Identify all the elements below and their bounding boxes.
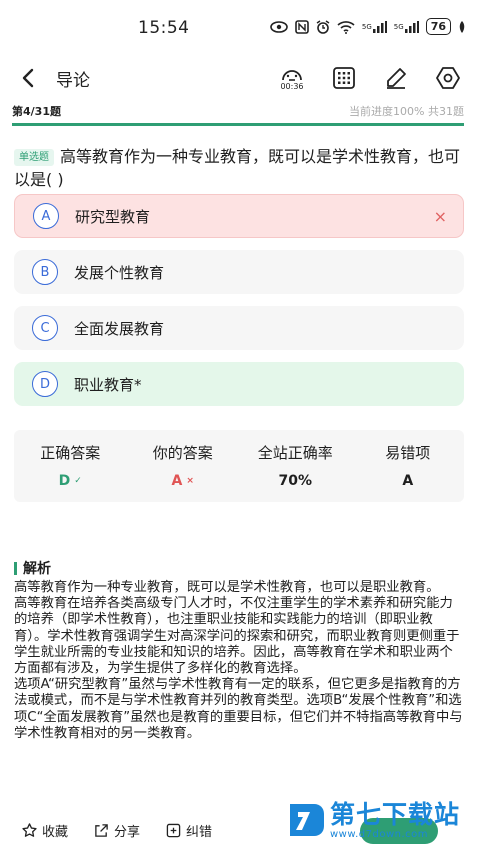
check-icon: ✓ xyxy=(74,476,82,486)
stat-label: 正确答案 xyxy=(40,444,101,462)
stat-accuracy: 全站正确率 70% xyxy=(239,430,352,502)
title-accent-bar xyxy=(14,561,17,575)
signal-icon: 5G xyxy=(362,20,387,33)
stat-label: 你的答案 xyxy=(152,444,213,462)
question-stem: 单选题 高等教育作为一种专业教育，既可以是学术性教育，也可以是( ) xyxy=(14,145,466,191)
answer-stats: 正确答案 D ✓ 你的答案 A × 全站正确率 70% 易错项 A xyxy=(14,430,464,502)
question-type-badge: 单选题 xyxy=(14,149,54,166)
progress-status: 当前进度100% 共31题 xyxy=(349,105,464,118)
edit-button[interactable] xyxy=(378,60,414,96)
stat-your-answer: 你的答案 A × xyxy=(127,430,240,502)
stat-value: D ✓ xyxy=(58,473,82,489)
analysis-body: 高等教育作为一种专业教育，既可以是学术性教育，也可以是职业教育。 高等教育在培养… xyxy=(14,580,466,742)
cross-icon: × xyxy=(186,476,194,486)
option-text: 发展个性教育 xyxy=(74,263,165,282)
stat-label: 全站正确率 xyxy=(257,444,333,462)
back-button[interactable] xyxy=(14,64,42,92)
report-icon xyxy=(166,823,181,838)
analysis-paragraph: 高等教育作为一种专业教育，既可以是学术性教育，也可以是职业教育。 xyxy=(14,580,440,595)
stat-value: 70% xyxy=(278,473,312,489)
stat-value: A × xyxy=(171,473,194,489)
analysis-paragraph: 高等教育在培养各类高级专门人才时，不仅注重学生的学术素养和研究能力的培养（即学术… xyxy=(14,596,460,677)
question-index: 第4/31题 xyxy=(12,105,61,118)
option-text: 全面发展教育 xyxy=(74,319,165,338)
share-icon xyxy=(95,824,108,837)
watermark-logo-icon xyxy=(290,804,324,836)
option-letter: D xyxy=(32,371,58,397)
watermark-url: www.d7down.com xyxy=(330,828,429,840)
progress-fill xyxy=(12,123,464,126)
stat-value: A xyxy=(402,473,414,489)
question-text: 高等教育作为一种专业教育，既可以是学术性教育，也可以是( ) xyxy=(14,147,461,189)
timer-button[interactable]: 00:36 xyxy=(274,60,310,96)
wrong-mark-icon: × xyxy=(433,207,447,226)
chevron-left-icon xyxy=(22,68,34,88)
analysis-section: 解析 高等教育作为一种专业教育，既可以是学术性教育，也可以是职业教育。 高等教育… xyxy=(14,558,466,742)
alarm-icon xyxy=(316,19,330,34)
share-button[interactable]: 分享 xyxy=(94,821,140,840)
option-letter: C xyxy=(32,315,58,341)
stat-label: 易错项 xyxy=(385,444,431,462)
watermark-name: 第七下载站 xyxy=(330,799,461,829)
answer-sheet-button[interactable] xyxy=(326,60,362,96)
battery-icon: 76 xyxy=(425,18,451,35)
nav-bar: 导论 00:36 xyxy=(0,56,478,100)
nfc-icon xyxy=(295,19,309,34)
option-c[interactable]: C 全面发展教育 xyxy=(14,306,464,350)
star-icon xyxy=(22,823,37,837)
status-bar: 15:54 5G 5G 76 xyxy=(0,0,478,56)
leaf-icon xyxy=(458,20,466,33)
analysis-paragraph: 选项A“研究型教育”虽然与学术性教育有一定的联系，但它更多是指教育的方法或模式，… xyxy=(14,677,463,741)
analysis-title: 解析 xyxy=(14,558,466,578)
eye-icon xyxy=(270,20,288,33)
option-letter: B xyxy=(32,259,58,285)
option-text: 职业教育* xyxy=(74,375,142,394)
page-title: 导论 xyxy=(56,71,90,91)
settings-button[interactable] xyxy=(430,60,466,96)
wifi-icon xyxy=(337,20,355,34)
report-error-button[interactable]: 纠错 xyxy=(166,821,212,840)
timer-text: 00:36 xyxy=(280,81,304,91)
option-d[interactable]: D 职业教育* xyxy=(14,362,464,406)
option-letter: A xyxy=(33,203,59,229)
grid-icon xyxy=(333,67,355,89)
option-b[interactable]: B 发展个性教育 xyxy=(14,250,464,294)
gear-icon xyxy=(436,67,460,89)
signal-icon-2: 5G xyxy=(394,20,419,33)
status-icons: 5G 5G 76 xyxy=(270,18,466,35)
watermark: 第七下载站 www.d7down.com xyxy=(284,798,460,842)
watermark-text: 第七下载站 www.d7down.com xyxy=(330,799,461,840)
stat-correct-answer: 正确答案 D ✓ xyxy=(14,430,127,502)
nav-actions: 00:36 xyxy=(274,60,466,96)
progress-bar xyxy=(12,123,464,126)
pencil-icon xyxy=(387,68,406,89)
progress-row: 第4/31题 当前进度100% 共31题 xyxy=(12,101,464,119)
options-list: A 研究型教育 × B 发展个性教育 C 全面发展教育 D 职业教育* xyxy=(14,194,464,418)
option-a[interactable]: A 研究型教育 × xyxy=(14,194,464,238)
status-time: 15:54 xyxy=(138,18,190,38)
option-text: 研究型教育 xyxy=(75,207,151,226)
collect-button[interactable]: 收藏 xyxy=(22,821,68,840)
stat-error-prone: 易错项 A xyxy=(352,430,465,502)
